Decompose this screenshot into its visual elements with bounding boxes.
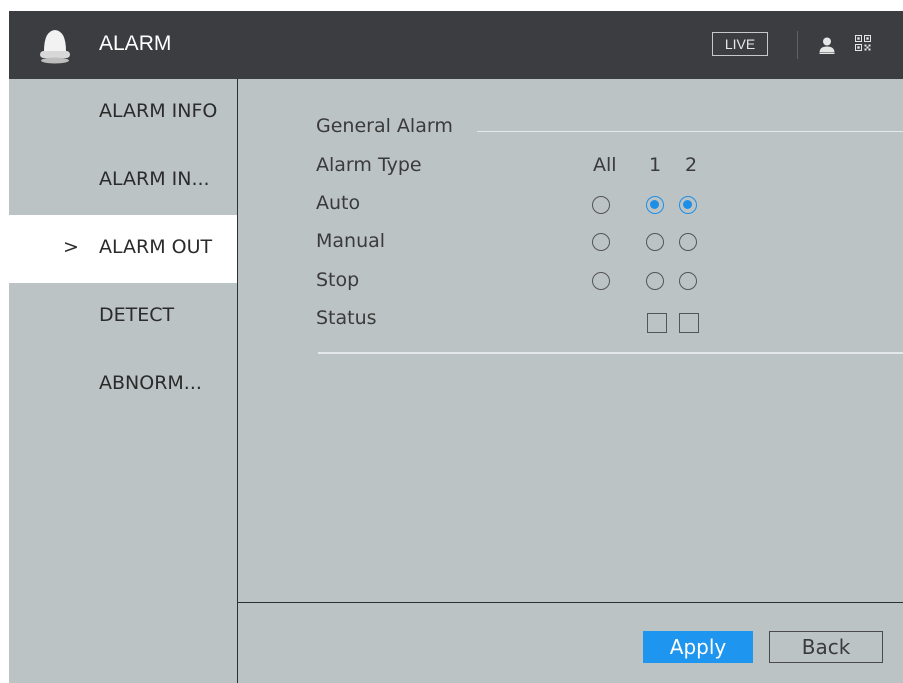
- manual-all-radio[interactable]: [592, 233, 610, 251]
- column-header-all: All: [593, 154, 617, 176]
- stop-all-radio[interactable]: [592, 272, 610, 290]
- back-button[interactable]: Back: [769, 631, 883, 663]
- toolbar-divider: [797, 31, 798, 59]
- sidebar-item-label: ALARM INFO: [99, 100, 218, 122]
- row-label-auto: Auto: [316, 192, 361, 214]
- status-2-checkbox[interactable]: [679, 313, 699, 333]
- auto-1-radio[interactable]: [646, 196, 664, 214]
- sidebar-item-label: DETECT: [99, 304, 175, 326]
- row-label-status: Status: [316, 307, 377, 329]
- row-label-alarm-type: Alarm Type: [316, 154, 422, 176]
- sidebar-item-abnormality[interactable]: ABNORM...: [9, 351, 237, 419]
- sidebar-item-alarm-in[interactable]: ALARM IN...: [9, 147, 237, 215]
- status-1-checkbox[interactable]: [647, 313, 667, 333]
- section-divider-bottom: [318, 352, 903, 354]
- sidebar-item-label: ABNORM...: [99, 372, 202, 394]
- auto-all-radio[interactable]: [592, 196, 610, 214]
- footer-divider: [238, 602, 903, 603]
- page-title: ALARM: [99, 32, 172, 55]
- section-title: General Alarm: [316, 115, 453, 137]
- sidebar-item-label: ALARM OUT: [99, 236, 213, 258]
- manual-1-radio[interactable]: [646, 233, 664, 251]
- auto-2-radio[interactable]: [679, 196, 697, 214]
- alarm-window: ALARM LIVE ALARM INFO ALARM IN... > ALAR…: [9, 11, 903, 683]
- row-label-stop: Stop: [316, 269, 360, 291]
- stop-2-radio[interactable]: [679, 272, 697, 290]
- manual-2-radio[interactable]: [679, 233, 697, 251]
- sidebar-item-alarm-out[interactable]: > ALARM OUT: [9, 215, 237, 283]
- live-button[interactable]: LIVE: [712, 32, 768, 56]
- title-bar: ALARM LIVE: [9, 11, 903, 79]
- column-header-2: 2: [685, 154, 698, 176]
- apply-button[interactable]: Apply: [643, 631, 753, 663]
- active-marker: >: [63, 236, 79, 258]
- sidebar-item-alarm-info[interactable]: ALARM INFO: [9, 79, 237, 147]
- alarm-bell-icon: [40, 30, 70, 64]
- user-icon[interactable]: [817, 35, 837, 55]
- sidebar-item-label: ALARM IN...: [99, 168, 210, 190]
- stop-1-radio[interactable]: [646, 272, 664, 290]
- sidebar-item-detect[interactable]: DETECT: [9, 283, 237, 351]
- column-header-1: 1: [649, 154, 662, 176]
- section-divider: [477, 131, 903, 132]
- sidebar-divider: [237, 79, 238, 683]
- row-label-manual: Manual: [316, 230, 386, 252]
- qr-code-icon[interactable]: [855, 35, 871, 51]
